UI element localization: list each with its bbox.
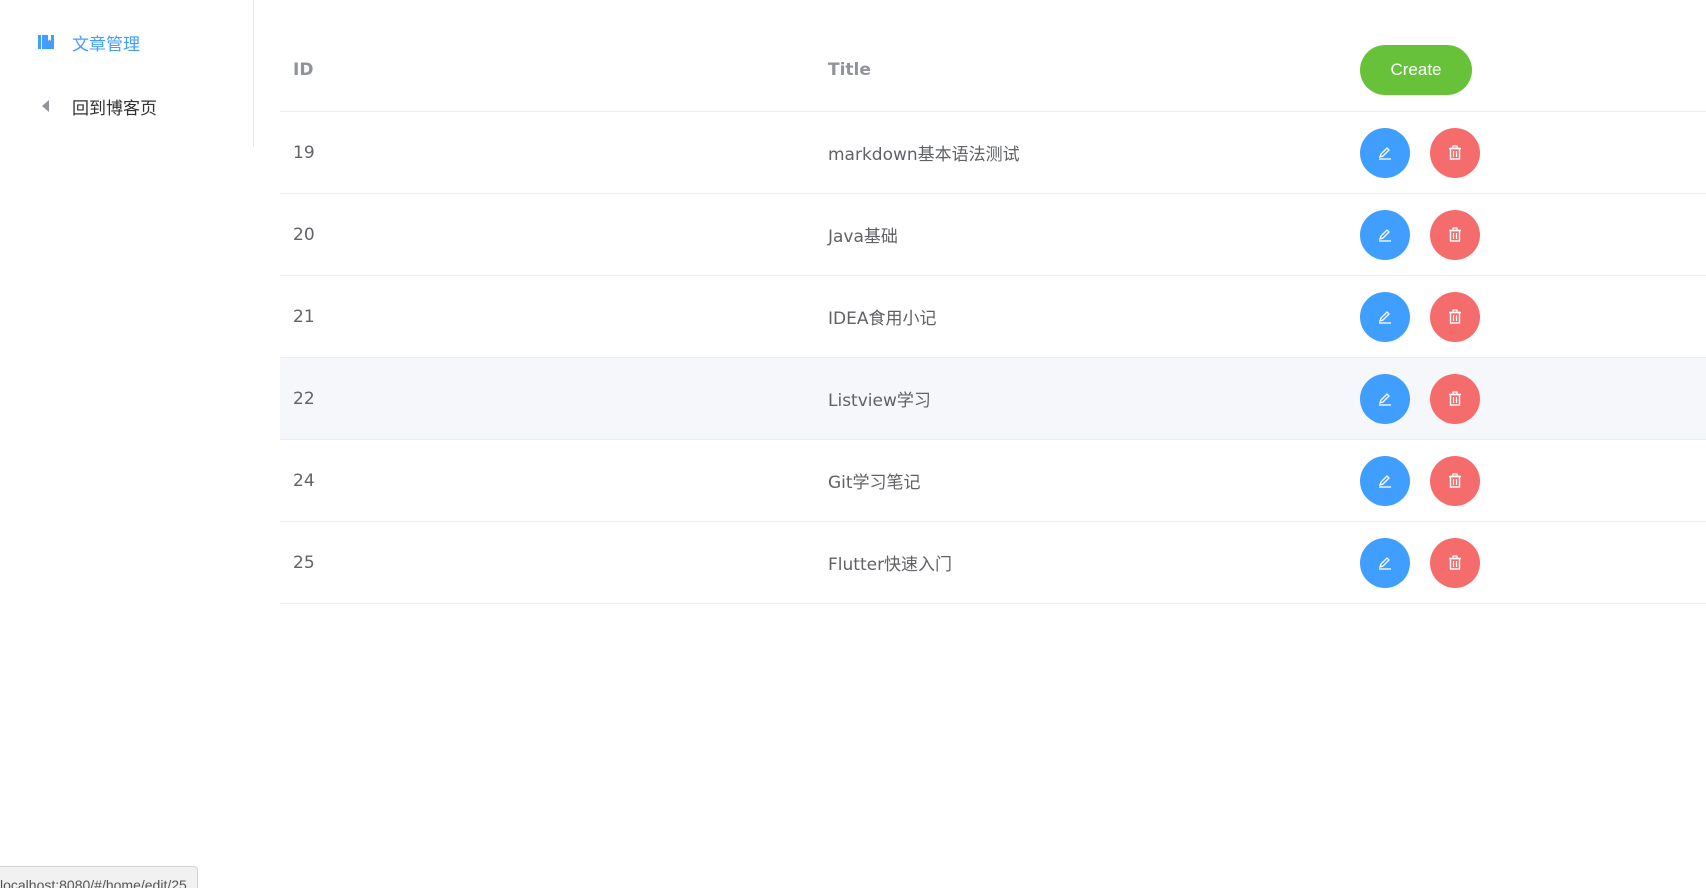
edit-icon: [1378, 556, 1391, 570]
app-root: 文章管理 回到博客页 ID Title Create 19 markdown基本…: [0, 0, 1706, 888]
row-title: Flutter快速入门: [828, 555, 953, 575]
table-row: 19 markdown基本语法测试: [280, 112, 1706, 194]
row-title: IDEA食用小记: [828, 309, 937, 329]
sidebar-item-label: 回到博客页: [72, 98, 157, 119]
sidebar-item-back-to-blog[interactable]: 回到博客页: [0, 78, 253, 134]
edit-icon: [1378, 146, 1391, 160]
edit-button[interactable]: [1360, 209, 1410, 260]
edit-icon: [1378, 474, 1391, 488]
edit-button[interactable]: [1360, 291, 1410, 342]
delete-button[interactable]: [1430, 455, 1480, 506]
row-actions: [1360, 522, 1480, 603]
browser-status-bar: localhost:8080/#/home/edit/25: [0, 866, 198, 888]
table-row: 21 IDEA食用小记: [280, 276, 1706, 358]
column-header-title: Title: [828, 59, 871, 80]
status-url: localhost:8080/#/home/edit/25: [0, 877, 187, 888]
trash-icon: [1449, 144, 1461, 160]
row-title: markdown基本语法测试: [828, 145, 1020, 165]
edit-button[interactable]: [1360, 373, 1410, 424]
table-row: 22 Listview学习: [280, 358, 1706, 440]
sidebar-item-article-management[interactable]: 文章管理: [0, 14, 253, 70]
row-id: 19: [293, 142, 315, 163]
trash-icon: [1449, 226, 1461, 242]
row-id: 20: [293, 224, 315, 245]
sidebar-menu: 文章管理 回到博客页: [0, 0, 254, 147]
row-actions: [1360, 358, 1480, 439]
table-header-row: ID Title Create: [280, 28, 1706, 112]
articles-table: ID Title Create 19 markdown基本语法测试 20 Jav…: [280, 28, 1706, 604]
delete-button[interactable]: [1430, 127, 1480, 178]
row-id: 21: [293, 306, 315, 327]
trash-icon: [1449, 554, 1461, 570]
edit-button[interactable]: [1360, 537, 1410, 588]
table-row: 25 Flutter快速入门: [280, 522, 1706, 604]
create-button[interactable]: Create: [1360, 44, 1472, 95]
edit-icon: [1378, 392, 1391, 406]
sidebar-item-label: 文章管理: [72, 34, 140, 55]
delete-button[interactable]: [1430, 373, 1480, 424]
row-title: Java基础: [828, 227, 898, 247]
table-row: 24 Git学习笔记: [280, 440, 1706, 522]
row-id: 24: [293, 470, 315, 491]
trash-icon: [1449, 390, 1461, 406]
table-row: 20 Java基础: [280, 194, 1706, 276]
row-actions: [1360, 440, 1480, 521]
column-header-actions: Create: [1360, 28, 1472, 111]
edit-button[interactable]: [1360, 127, 1410, 178]
trash-icon: [1449, 472, 1461, 488]
edit-icon: [1378, 228, 1391, 242]
edit-button[interactable]: [1360, 455, 1410, 506]
row-id: 22: [293, 388, 315, 409]
notebook-icon: [36, 32, 56, 52]
edit-icon: [1378, 310, 1391, 324]
delete-button[interactable]: [1430, 209, 1480, 260]
trash-icon: [1449, 308, 1461, 324]
column-header-id: ID: [293, 59, 314, 80]
delete-button[interactable]: [1430, 537, 1480, 588]
caret-left-icon: [36, 96, 56, 116]
row-id: 25: [293, 552, 315, 573]
row-actions: [1360, 276, 1480, 357]
row-title: Git学习笔记: [828, 473, 921, 493]
row-title: Listview学习: [828, 391, 931, 411]
delete-button[interactable]: [1430, 291, 1480, 342]
row-actions: [1360, 112, 1480, 193]
row-actions: [1360, 194, 1480, 275]
